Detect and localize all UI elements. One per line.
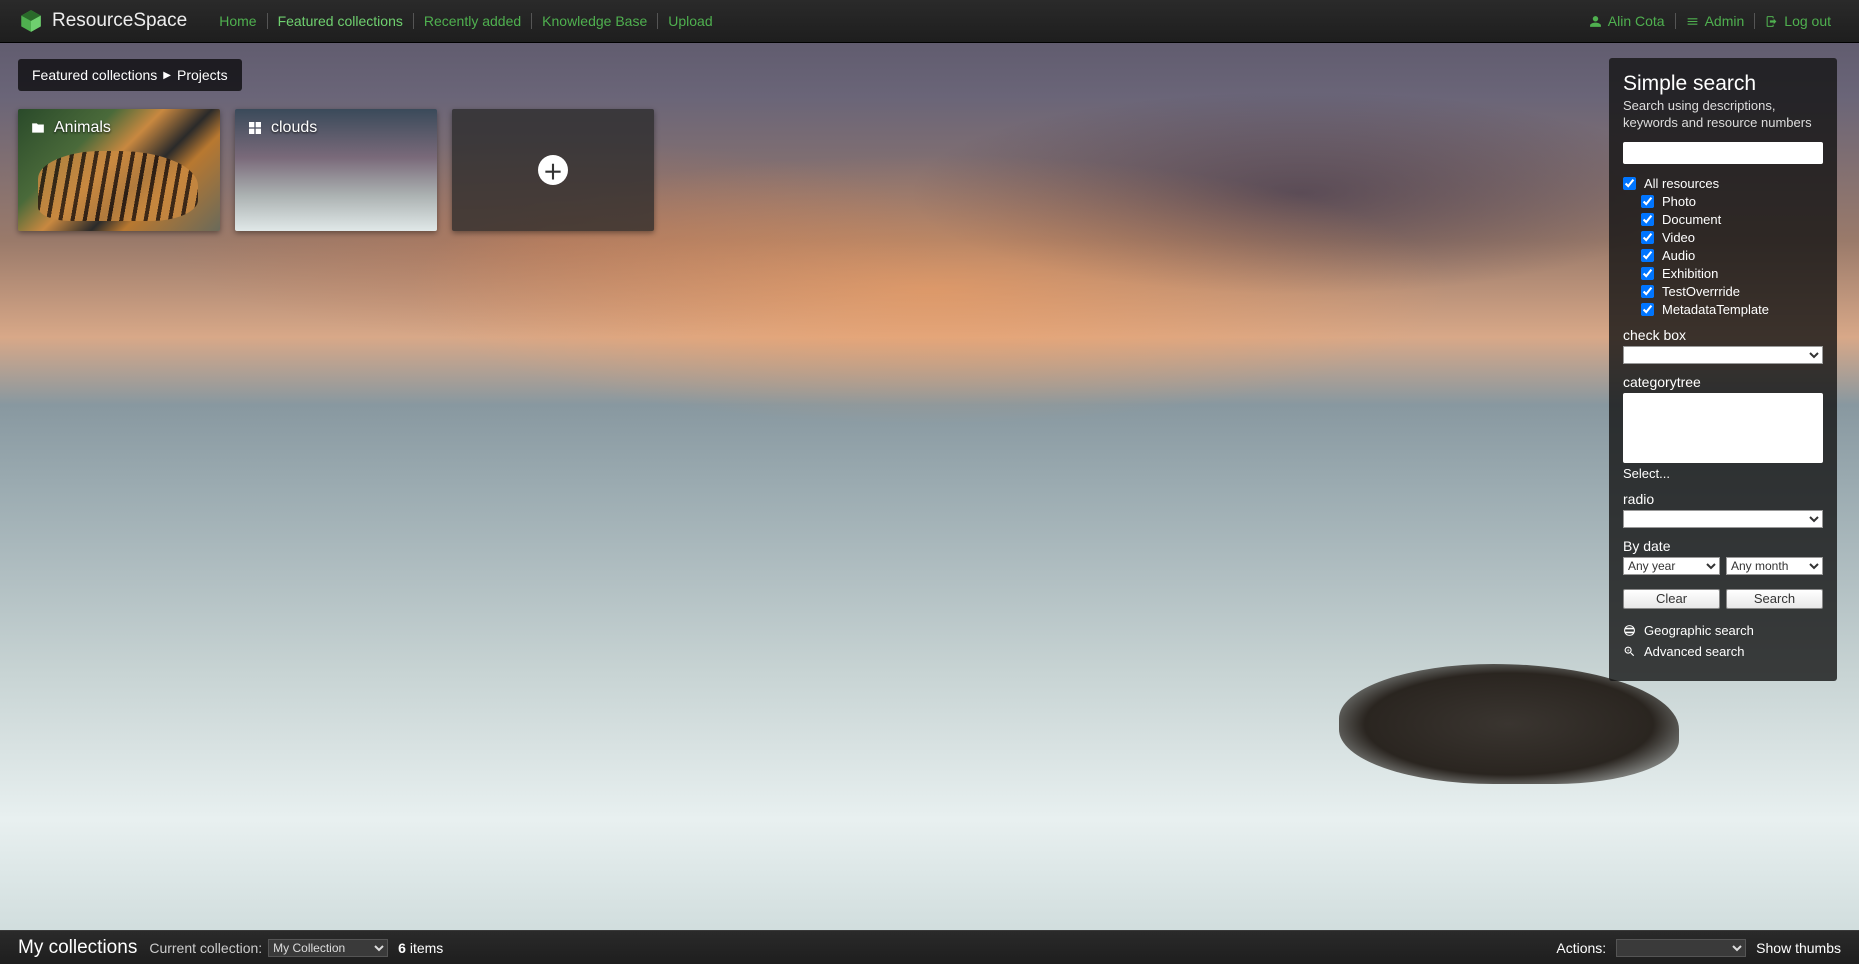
current-collection-label: Current collection: [149,940,262,956]
checkbox-type[interactable] [1641,267,1654,280]
checkbox-type[interactable] [1641,285,1654,298]
nav-kb[interactable]: Knowledge Base [531,13,657,29]
header-bar: ResourceSpace Home Featured collections … [0,0,1859,43]
tile-animals-label: Animals [54,119,111,137]
categorytree-select-link[interactable]: Select... [1623,466,1670,481]
filter-type-label: TestOverrride [1662,284,1740,299]
admin-label: Admin [1705,13,1745,29]
search-input[interactable] [1623,142,1823,164]
filter-type-row[interactable]: Photo [1641,194,1823,209]
tile-add[interactable]: ＋ [452,109,654,231]
filter-type-row[interactable]: Video [1641,230,1823,245]
checkbox-all[interactable] [1623,177,1636,190]
filter-type-row[interactable]: TestOverrride [1641,284,1823,299]
item-count: 6 items [398,940,443,956]
admin-link[interactable]: Admin [1675,13,1755,29]
item-count-number: 6 [398,940,406,956]
filter-type-row[interactable]: Exhibition [1641,266,1823,281]
checkbox-type[interactable] [1641,213,1654,226]
actions-label: Actions: [1556,940,1606,956]
globe-icon [1623,624,1636,637]
main-nav: Home Featured collections Recently added… [209,13,1579,29]
radio-label: radio [1623,491,1823,507]
tile-clouds-label: clouds [271,119,317,137]
nav-recent[interactable]: Recently added [413,13,531,29]
filter-type-label: MetadataTemplate [1662,302,1769,317]
user-nav: Alin Cota Admin Log out [1579,13,1841,29]
geographic-search-link[interactable]: Geographic search [1623,623,1823,638]
categorytree-box[interactable] [1623,393,1823,463]
logout-icon [1765,15,1778,28]
search-button[interactable]: Search [1726,589,1823,609]
item-count-word: items [410,940,443,956]
search-description: Search using descriptions, keywords and … [1623,98,1823,132]
filter-type-row[interactable]: Document [1641,212,1823,227]
advanced-search-link[interactable]: Advanced search [1623,644,1823,659]
user-icon [1589,15,1602,28]
brand-logo[interactable]: ResourceSpace [18,8,187,34]
user-link[interactable]: Alin Cota [1579,13,1675,29]
breadcrumb: Featured collections ▶ Projects [18,59,242,91]
checkbox-type[interactable] [1641,249,1654,262]
bydate-label: By date [1623,538,1823,554]
user-name: Alin Cota [1608,13,1665,29]
brand-name: ResourceSpace [52,10,187,32]
chevron-right-icon: ▶ [163,70,171,81]
search-title: Simple search [1623,72,1823,96]
month-select[interactable]: Any month [1726,557,1823,575]
search-panel: Simple search Search using descriptions,… [1609,58,1837,681]
radio-select[interactable] [1623,510,1823,528]
filter-type-label: Video [1662,230,1695,245]
geographic-search-label: Geographic search [1644,623,1754,638]
current-collection-select[interactable]: My Collection [268,939,388,957]
folder-icon [30,121,46,135]
breadcrumb-root[interactable]: Featured collections [32,67,157,83]
tile-clouds[interactable]: clouds [235,109,437,231]
search-plus-icon [1623,645,1636,658]
checkbox-type[interactable] [1641,303,1654,316]
nav-upload[interactable]: Upload [657,13,722,29]
categorytree-label: categorytree [1623,374,1823,390]
tile-animals[interactable]: Animals [18,109,220,231]
checkbox-select[interactable] [1623,346,1823,364]
filter-type-row[interactable]: Audio [1641,248,1823,263]
filter-type-label: Document [1662,212,1721,227]
plus-icon: ＋ [538,155,568,185]
collections-title: My collections [18,937,137,959]
clear-button[interactable]: Clear [1623,589,1720,609]
grid-icon [247,120,263,136]
year-select[interactable]: Any year [1623,557,1720,575]
checkbox-type[interactable] [1641,231,1654,244]
filter-all-resources[interactable]: All resources [1623,176,1823,191]
logout-label: Log out [1784,13,1831,29]
logo-icon [18,8,44,34]
collections-bar: My collections Current collection: My Co… [0,930,1859,964]
filter-type-label: Exhibition [1662,266,1718,281]
filter-type-label: Photo [1662,194,1696,209]
filter-all-label: All resources [1644,176,1719,191]
show-thumbs-link[interactable]: Show thumbs [1756,940,1841,956]
logout-link[interactable]: Log out [1754,13,1841,29]
filter-type-row[interactable]: MetadataTemplate [1641,302,1823,317]
nav-featured[interactable]: Featured collections [267,13,413,29]
nav-home[interactable]: Home [209,13,266,29]
collection-tiles: Animals clouds ＋ [18,109,1859,231]
filter-type-label: Audio [1662,248,1695,263]
advanced-search-label: Advanced search [1644,644,1744,659]
breadcrumb-current: Projects [177,67,228,83]
checkbox-type[interactable] [1641,195,1654,208]
menu-icon [1686,15,1699,28]
actions-select[interactable] [1616,939,1746,957]
checkbox-field-label: check box [1623,327,1823,343]
